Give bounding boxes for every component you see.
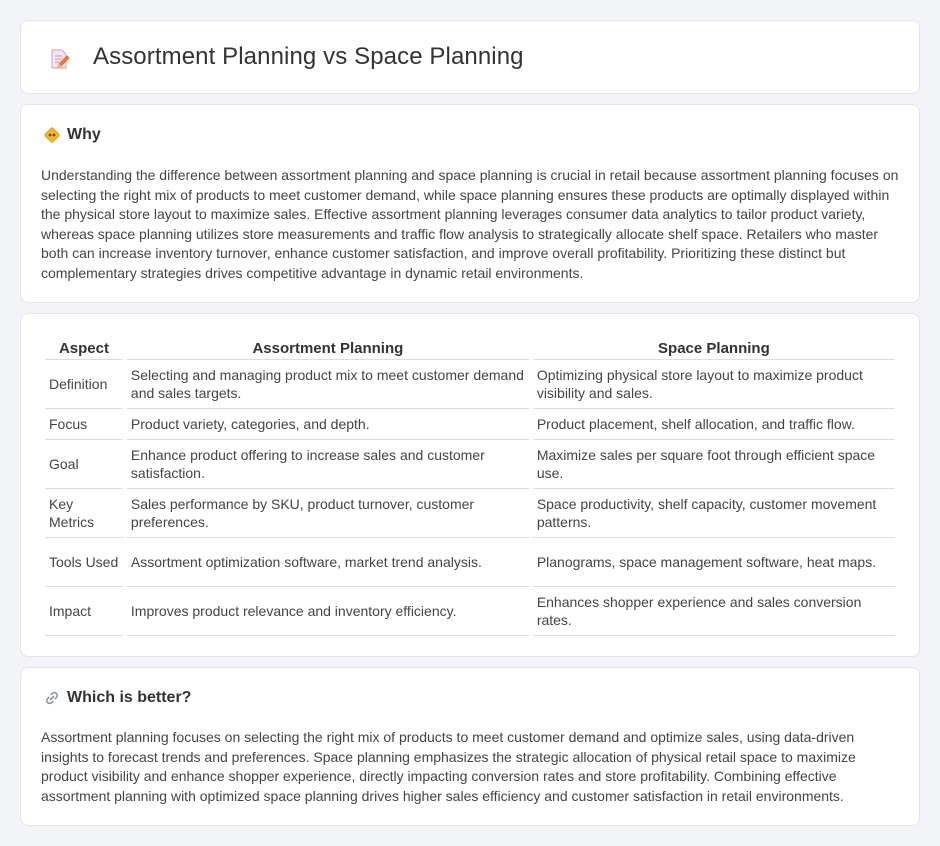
section-title: Which is better? [67,689,192,706]
table-cell: Space productivity, shelf capacity, cust… [532,489,895,538]
table-cell: Assortment optimization software, market… [126,538,529,587]
table-cell: Selecting and managing product mix to me… [126,360,529,409]
table-header: Aspect [45,334,123,360]
document-pencil-icon [51,49,70,69]
which-is-better-section: Which is better? Assortment planning foc… [20,667,920,826]
table-row: Goal Enhance product offering to increas… [45,440,895,489]
diamond-sign-icon [44,127,60,143]
table-cell: Enhance product offering to increase sal… [126,440,529,489]
table-cell: Product variety, categories, and depth. [126,409,529,440]
table-header: Space Planning [532,334,895,360]
section-title: Why [67,126,101,143]
table-row: Definition Selecting and managing produc… [45,360,895,409]
table-cell: Optimizing physical store layout to maxi… [532,360,895,409]
better-paragraph: Assortment planning focuses on selecting… [41,729,856,804]
table-cell: Enhances shopper experience and sales co… [532,587,895,636]
table-row: Tools Used Assortment optimization softw… [45,538,895,587]
why-section: Why Understanding the difference between… [20,104,920,303]
comparison-table: Aspect Assortment Planning Space Plannin… [41,334,899,636]
page-title: Assortment Planning vs Space Planning [93,43,524,70]
table-cell: Product placement, shelf allocation, and… [532,409,895,440]
table-cell: Key Metrics [45,489,123,538]
table-cell: Definition [45,360,123,409]
table-cell: Focus [45,409,123,440]
table-cell: Planograms, space management software, h… [532,538,895,587]
table-row: Key Metrics Sales performance by SKU, pr… [45,489,895,538]
title-card: Assortment Planning vs Space Planning [20,20,920,94]
table-cell: Goal [45,440,123,489]
table-cell: Impact [45,587,123,636]
why-paragraph: Understanding the difference between ass… [41,167,899,281]
table-row: Focus Product variety, categories, and d… [45,409,895,440]
table-cell: Sales performance by SKU, product turnov… [126,489,529,538]
link-icon [45,691,59,705]
table-cell: Maximize sales per square foot through e… [532,440,895,489]
table-cell: Improves product relevance and inventory… [126,587,529,636]
table-cell: Tools Used [45,538,123,587]
table-header: Assortment Planning [126,334,529,360]
table-row: Impact Improves product relevance and in… [45,587,895,636]
comparison-table-card: Aspect Assortment Planning Space Plannin… [20,313,920,657]
